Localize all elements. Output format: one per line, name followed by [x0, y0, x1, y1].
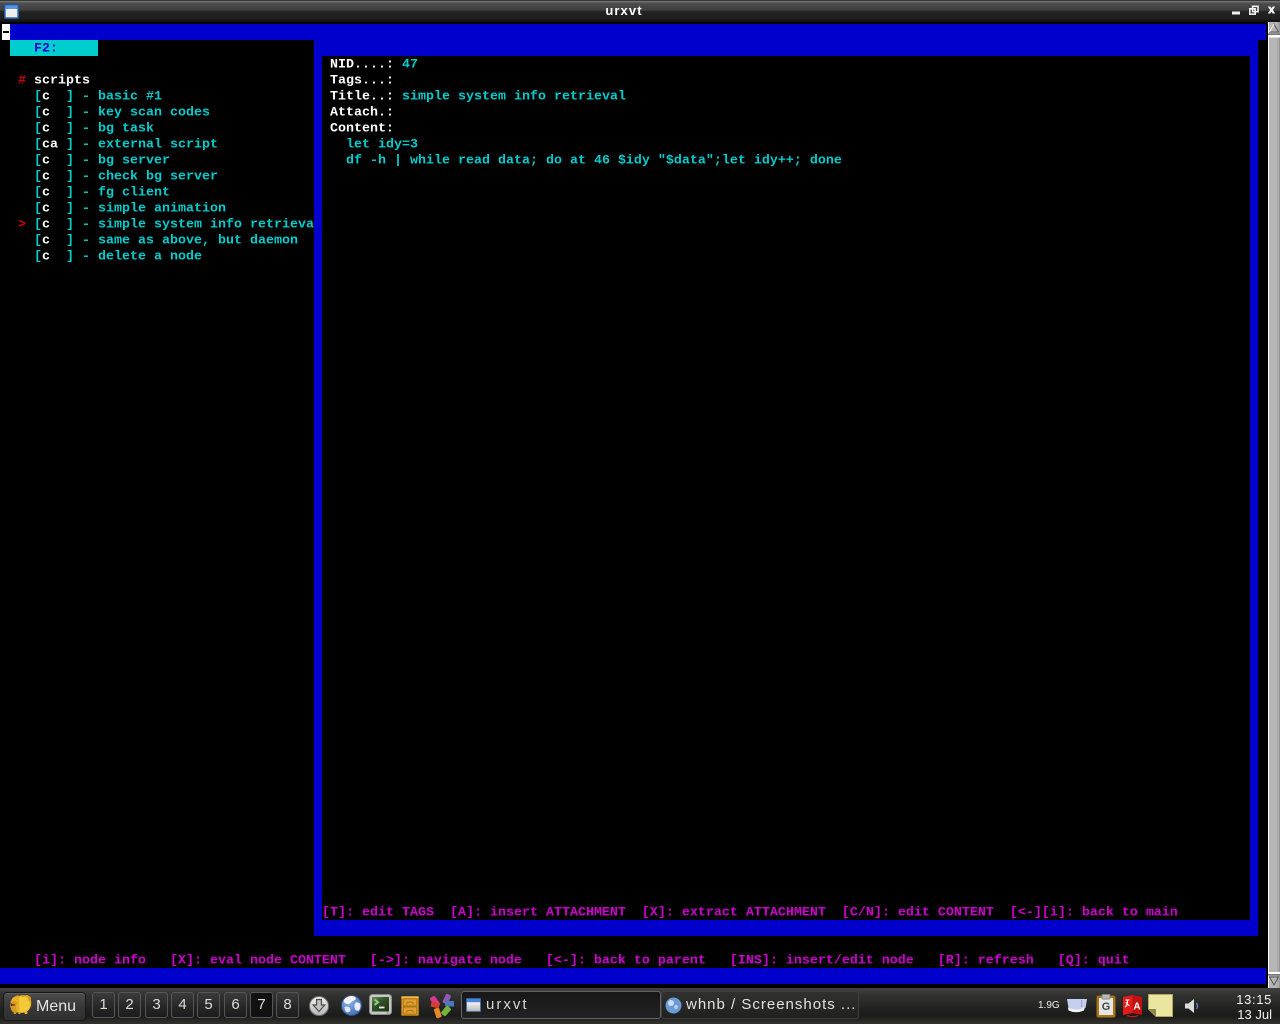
svg-text:G: G	[1102, 1001, 1111, 1013]
svg-text:A: A	[1133, 1002, 1140, 1013]
